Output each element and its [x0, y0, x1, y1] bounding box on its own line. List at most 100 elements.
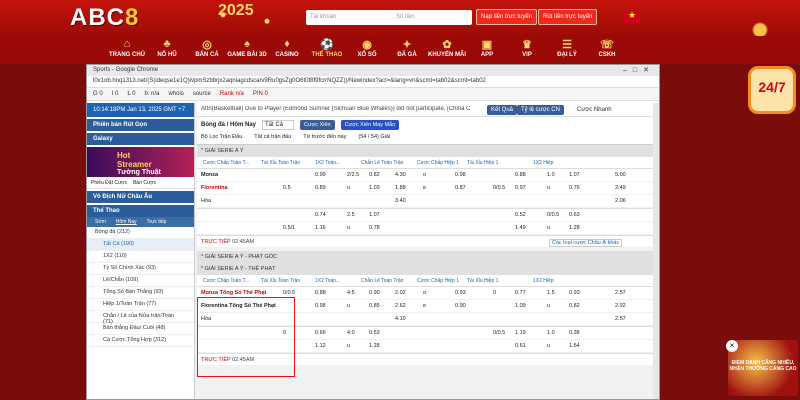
odds-value[interactable]: 0.89	[315, 185, 326, 191]
sport-menu-item[interactable]: Cá Cược Tổng Hợp (312)	[87, 335, 194, 347]
odds-value[interactable]: 4.10	[395, 316, 406, 322]
odds-value[interactable]: 1.07	[569, 172, 580, 178]
nav-item[interactable]: ⚽ THỂ THAO	[307, 36, 347, 64]
odds-value[interactable]: 0.85	[369, 303, 380, 309]
odds-value[interactable]: 0.76	[569, 185, 580, 191]
results-button[interactable]: Kết Quả	[487, 105, 518, 115]
odds-value[interactable]: 0.93	[569, 290, 580, 296]
nav-item[interactable]: ♦ CASINO	[267, 36, 307, 64]
sport-menu-item[interactable]: Hiệp 1/Toàn Trận (77)	[87, 299, 194, 311]
odds-value[interactable]: 0.98	[455, 172, 466, 178]
hot-streamer-banner[interactable]: Hot Streamer Tường Thuật	[87, 147, 194, 177]
more-asian-odds-select[interactable]: Các loại cược Châu Á khác	[549, 239, 623, 247]
odds-value[interactable]: 2.57	[615, 316, 626, 322]
odds-value[interactable]: 0.90	[369, 290, 380, 296]
odds-value[interactable]: 1.07	[369, 212, 380, 218]
odds-value[interactable]: 0.74	[315, 212, 326, 218]
vietnam-flag-icon[interactable]	[624, 10, 640, 23]
odds-value[interactable]: 0.77	[515, 290, 526, 296]
odds-value[interactable]: 1.88	[395, 185, 406, 191]
sport-menu-item[interactable]: Chẵn / Lẻ của Nửa trận/Toàn (71)	[87, 311, 194, 325]
lucky-parlay-button[interactable]: Cược Xiên May Mắn	[340, 119, 400, 130]
window-controls[interactable]: –□✕	[623, 66, 655, 74]
time-select[interactable]: Từ trước đến nay	[303, 134, 346, 142]
sport-menu-item[interactable]: Tất Cả (190)	[87, 239, 194, 251]
nav-item[interactable]: ⌂ TRANG CHỦ	[107, 36, 147, 64]
all-matches-select[interactable]: Tất cả trận đấu	[254, 134, 291, 142]
odds-value[interactable]: 2.49	[615, 185, 626, 191]
scrollbar[interactable]	[653, 103, 659, 399]
odds-value[interactable]: 1.03	[369, 185, 380, 191]
promo-banner[interactable]: ĐIỂM DANH CĂNG NHIỀU, NHẬN THƯỞNG CÀNG C…	[728, 340, 798, 396]
team-name[interactable]: Fiorentina Tổng Số Thẻ Phạt	[201, 303, 276, 309]
womens-euro-link[interactable]: Vô Địch Nữ Châu Âu	[87, 191, 194, 203]
team-name[interactable]: Hòa	[201, 316, 211, 322]
nav-item[interactable]: ☏ CSKH	[587, 36, 627, 64]
odds-value[interactable]: 1.49	[515, 225, 526, 231]
odds-value[interactable]: 2.06	[615, 198, 626, 204]
nav-item[interactable]: ♛ VIP	[507, 36, 547, 64]
odds-value[interactable]: 0.90	[455, 303, 466, 309]
nav-item[interactable]: ✦ ĐÁ GÀ	[387, 36, 427, 64]
tab-bet-table[interactable]: Bàn Cược	[133, 180, 156, 186]
withdraw-online-button[interactable]: Rút tiền trực tuyến	[538, 9, 598, 25]
odds-value[interactable]: 3.40	[395, 198, 406, 204]
odds-value[interactable]: 1.28	[569, 225, 580, 231]
tab-live[interactable]: Trực tiếp	[147, 219, 167, 225]
odds-value[interactable]: 1.16	[315, 225, 326, 231]
odds-value[interactable]: 5.00	[615, 172, 626, 178]
odds-value[interactable]: 0.82	[569, 303, 580, 309]
nav-item[interactable]: ◎ BẮN CÁ	[187, 36, 227, 64]
sport-menu-item[interactable]: Bàn thắng Đầu/ Cuối (48)	[87, 323, 194, 335]
odds-value[interactable]: 0.98	[315, 303, 326, 309]
match-filter[interactable]: Bộ Lọc Trận Đấu	[201, 134, 242, 142]
league-header[interactable]: * GIẢI SERIE A Ý	[197, 145, 659, 157]
sport-menu-item[interactable]: Bóng đá (212)	[87, 227, 194, 239]
market-select[interactable]: Tất Cả	[262, 119, 295, 130]
nav-item[interactable]: ◉ XỔ SỐ	[347, 36, 387, 64]
sports-header[interactable]: Thể Thao	[87, 205, 194, 217]
address-bar[interactable]: l0v1ob.hnq1313.net/(S(ideqse1e1Q)ivpmSzb…	[87, 76, 659, 88]
nav-item[interactable]: ▣ APP	[467, 36, 507, 64]
team-name[interactable]: Fiorentina	[201, 185, 228, 191]
odds-value[interactable]: 0.99	[315, 172, 326, 178]
odds-value[interactable]: 0.66	[315, 330, 326, 336]
league-count[interactable]: (54 / 54) Giải	[358, 134, 390, 142]
odds-value[interactable]: 1.54	[569, 343, 580, 349]
odds-value[interactable]: 0.93	[455, 290, 466, 296]
team-name[interactable]: Monza	[201, 172, 218, 178]
odds-value[interactable]: 1.28	[369, 343, 380, 349]
support-24-7-badge[interactable]: 24/7	[748, 66, 796, 114]
odds-value[interactable]: 0.87	[455, 185, 466, 191]
close-icon[interactable]: ×	[726, 340, 738, 352]
deposit-online-button[interactable]: Nạp tiền trực tuyến	[476, 9, 538, 25]
odds-value[interactable]: 2.57	[615, 290, 626, 296]
tab-early[interactable]: Sớm	[95, 219, 106, 225]
tab-bet-slip[interactable]: Phiếu Đặt Cược	[91, 180, 127, 186]
sport-menu-item[interactable]: Lẻ/Chẵn (109)	[87, 275, 194, 287]
nav-item[interactable]: ♠ GAME BÀI 3D	[227, 36, 267, 64]
odds-value[interactable]: 0.61	[515, 343, 526, 349]
odds-value[interactable]: 0.53	[369, 330, 380, 336]
compact-version-button[interactable]: Phiên bản Rút Gọn	[87, 119, 194, 131]
odds-value[interactable]: 2.02	[395, 290, 406, 296]
odds-value[interactable]: 0.88	[315, 290, 326, 296]
galaxy-button[interactable]: Galaxy	[87, 133, 194, 145]
odds-value[interactable]: 0.63	[569, 212, 580, 218]
team-name[interactable]: Hòa	[201, 198, 211, 204]
password-input[interactable]: Số tiền	[392, 10, 472, 25]
team-name[interactable]: Monza Tổng Số Thẻ Phạt	[201, 290, 266, 296]
odds-value[interactable]: 0.38	[569, 330, 580, 336]
sport-menu-item[interactable]: Tỷ Số Chính Xác (93)	[87, 263, 194, 275]
sport-menu-item[interactable]: Tổng Số Bàn Thắng (93)	[87, 287, 194, 299]
nav-item[interactable]: ♣ NỔ HŨ	[147, 36, 187, 64]
league-header-cards[interactable]: * GIẢI SERIE A Ý - THẺ PHẠT	[197, 263, 659, 275]
quick-bet-toggle[interactable]: Cược Nhanh	[573, 105, 616, 115]
odds-value[interactable]: 2.92	[615, 303, 626, 309]
odds-value[interactable]: 0.52	[515, 212, 526, 218]
odds-type-select[interactable]: Tỷ lệ cược CN	[517, 105, 564, 115]
nav-item[interactable]: ✿ KHUYẾN MÃI	[427, 36, 467, 64]
odds-value[interactable]: 4.30	[395, 172, 406, 178]
odds-value[interactable]: 2.62	[395, 303, 406, 309]
odds-value[interactable]: 1.12	[315, 343, 326, 349]
